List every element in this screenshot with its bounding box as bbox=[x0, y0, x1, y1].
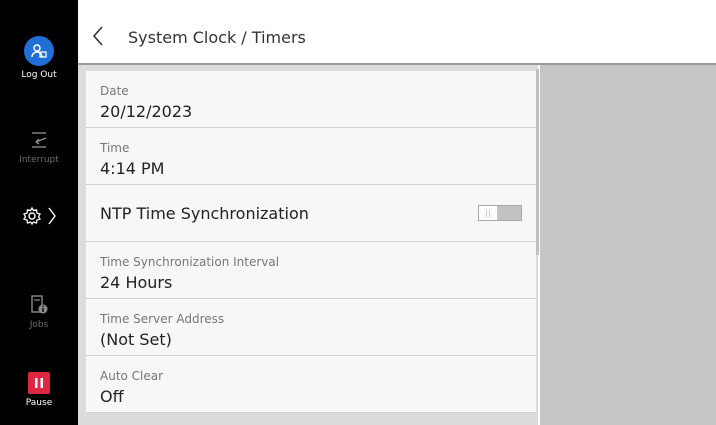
interval-row[interactable]: Time Synchronization Interval 24 Hours bbox=[86, 242, 536, 299]
back-button[interactable] bbox=[92, 25, 112, 49]
interrupt-button[interactable]: Interrupt bbox=[0, 125, 78, 165]
time-value: 4:14 PM bbox=[100, 159, 165, 178]
settings-list-area: Date 20/12/2023 Time 4:14 PM NTP Time Sy… bbox=[78, 65, 538, 425]
server-value: (Not Set) bbox=[100, 330, 172, 349]
detail-panel bbox=[540, 65, 716, 425]
logout-label: Log Out bbox=[21, 70, 57, 80]
chevron-left-icon bbox=[92, 26, 103, 46]
time-label: Time bbox=[100, 141, 130, 155]
pause-icon bbox=[28, 372, 50, 394]
date-value: 20/12/2023 bbox=[100, 102, 193, 121]
header: System Clock / Timers bbox=[78, 11, 716, 65]
ntp-label: NTP Time Synchronization bbox=[100, 204, 309, 223]
ntp-row[interactable]: NTP Time Synchronization bbox=[86, 185, 536, 242]
settings-list: Date 20/12/2023 Time 4:14 PM NTP Time Sy… bbox=[86, 71, 536, 413]
auto-clear-value: Off bbox=[100, 387, 124, 406]
toggle-knob bbox=[479, 206, 498, 220]
toggle-track bbox=[497, 206, 521, 220]
date-label: Date bbox=[100, 84, 129, 98]
server-row[interactable]: Time Server Address (Not Set) bbox=[86, 299, 536, 356]
server-label: Time Server Address bbox=[100, 312, 225, 326]
interval-label: Time Synchronization Interval bbox=[100, 255, 280, 269]
pause-label: Pause bbox=[25, 398, 53, 408]
interval-value: 24 Hours bbox=[100, 273, 173, 292]
jobs-icon bbox=[0, 290, 78, 320]
auto-clear-label: Auto Clear bbox=[100, 369, 164, 383]
scrollbar[interactable] bbox=[536, 69, 539, 255]
chevron-right-icon bbox=[48, 206, 56, 230]
auto-clear-row[interactable]: Auto Clear Off bbox=[86, 356, 536, 413]
settings-button[interactable] bbox=[0, 203, 78, 233]
user-logout-icon bbox=[24, 36, 54, 66]
page-title: System Clock / Timers bbox=[128, 28, 306, 47]
interrupt-label: Interrupt bbox=[19, 155, 59, 165]
ntp-toggle[interactable] bbox=[478, 205, 522, 221]
time-row[interactable]: Time 4:14 PM bbox=[86, 128, 536, 185]
jobs-button[interactable]: Jobs bbox=[0, 290, 78, 330]
pause-button[interactable]: Pause bbox=[0, 372, 78, 408]
sidebar: Log Out Interrupt Jobs Pause bbox=[0, 0, 78, 425]
logout-button[interactable]: Log Out bbox=[0, 10, 78, 80]
gear-icon bbox=[22, 206, 42, 230]
jobs-label: Jobs bbox=[29, 320, 49, 330]
date-row[interactable]: Date 20/12/2023 bbox=[86, 71, 536, 128]
interrupt-icon bbox=[0, 125, 78, 155]
